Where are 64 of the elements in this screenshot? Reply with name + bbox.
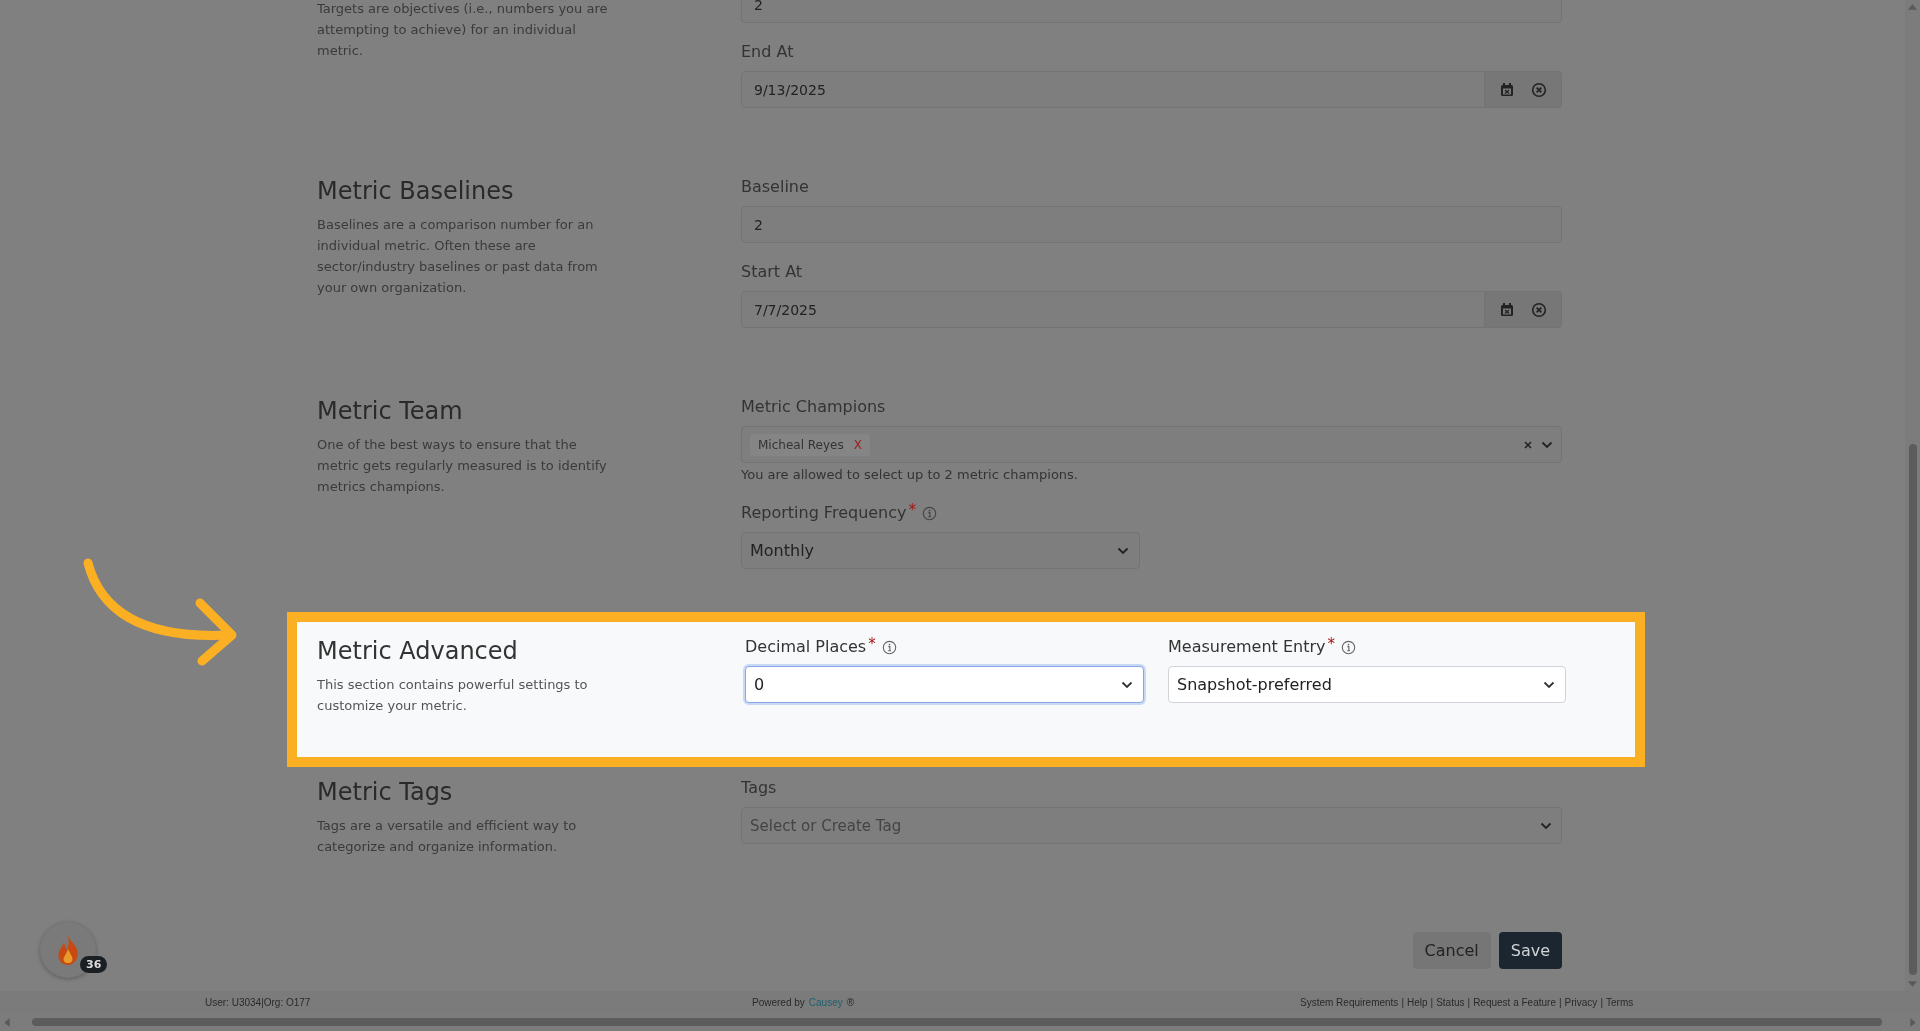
- date-field[interactable]: 9/13/2025: [741, 71, 1485, 108]
- chevron-down-icon: [1543, 680, 1555, 689]
- section-title: Metric Baselines: [317, 176, 515, 206]
- section-title: Metric Tags: [317, 777, 454, 807]
- registered-mark: ®: [846, 996, 855, 1008]
- field-label: End At: [741, 41, 795, 63]
- field-label: Metric Champions: [741, 396, 887, 418]
- separator: |: [1467, 996, 1471, 1008]
- section-title: Metric Advanced: [317, 636, 519, 666]
- scrollbar-thumb[interactable]: [32, 1018, 1882, 1026]
- info-icon[interactable]: [881, 640, 897, 655]
- separator: |: [1430, 996, 1434, 1008]
- chevron-down-icon: [1117, 546, 1129, 555]
- separator: |: [1558, 996, 1562, 1008]
- clear-icon[interactable]: [1531, 81, 1547, 98]
- clear-icon[interactable]: [1531, 301, 1547, 318]
- footer-link[interactable]: Terms: [1606, 996, 1634, 1008]
- select-field[interactable]: Snapshot-preferred: [1168, 666, 1566, 703]
- footer-link[interactable]: Privacy: [1564, 996, 1598, 1008]
- calendar-icon[interactable]: [1499, 81, 1515, 98]
- field-label: Decimal Places: [745, 636, 867, 658]
- field-label: Measurement Entry: [1168, 636, 1326, 658]
- separator: |: [1600, 996, 1603, 1008]
- section-description: Targets are objectives (i.e., numbers you are attempting to achieve) for an individual metric.: [317, 0, 609, 60]
- user-info: User: U3034|Org: O177: [205, 996, 312, 1008]
- chevron-down-icon: [1121, 680, 1133, 689]
- save-button[interactable]: Save: [1498, 932, 1562, 969]
- section-description: Baselines are a comparison number for an individual metric. Often these are sector/industry baselines or past data from your own organization.: [317, 216, 599, 297]
- tags-select[interactable]: Select or Create Tag: [741, 807, 1562, 844]
- footer-link[interactable]: System Requirements: [1300, 996, 1399, 1008]
- clear-icon[interactable]: [1523, 439, 1533, 450]
- section-description: One of the best ways to ensure that the metric gets regularly measured is to identify metrics champions.: [317, 436, 608, 496]
- footer-link[interactable]: Status: [1436, 996, 1465, 1008]
- section-description: This section contains powerful settings to customize your metric.: [317, 676, 589, 715]
- info-icon[interactable]: [1341, 640, 1356, 655]
- section-title: Metric Team: [317, 396, 464, 426]
- baseline-field[interactable]: 2: [741, 206, 1562, 243]
- footer-link[interactable]: Request a Feature: [1473, 996, 1556, 1008]
- scrollbar-thumb[interactable]: [1909, 444, 1917, 975]
- field-label: Start At: [741, 261, 804, 283]
- remove-chip[interactable]: X: [853, 437, 862, 452]
- frequency-select[interactable]: Monthly: [741, 532, 1140, 569]
- cancel-button[interactable]: Cancel: [1412, 932, 1491, 969]
- flame-icon: [55, 934, 81, 966]
- info-icon[interactable]: [922, 506, 938, 521]
- champions-select[interactable]: Micheal Reyes X: [741, 426, 1562, 463]
- chevron-down-icon[interactable]: [1541, 440, 1553, 449]
- date-field[interactable]: 7/7/2025: [741, 291, 1485, 328]
- required-mark: *: [868, 636, 876, 652]
- field-label: Baseline: [741, 176, 810, 198]
- calendar-icon[interactable]: [1499, 301, 1515, 318]
- chevron-down-icon: [1540, 822, 1552, 830]
- notification-badge: 36: [80, 956, 108, 973]
- required-mark: *: [1327, 636, 1335, 652]
- separator: |: [1401, 996, 1404, 1008]
- chip-label: Micheal Reyes: [758, 437, 844, 452]
- select-field[interactable]: 0: [745, 666, 1144, 703]
- field-label: Reporting Frequency: [741, 502, 907, 524]
- field-label: Tags: [741, 777, 778, 799]
- field-hint: You are allowed to select up to 2 metric champions.: [741, 466, 1079, 484]
- required-mark: *: [908, 502, 917, 518]
- section-description: Tags are a versatile and efficient way to categorize and organize information.: [317, 817, 578, 856]
- footer-link[interactable]: Help: [1407, 996, 1428, 1008]
- powered-by-text: Powered by: [752, 996, 805, 1008]
